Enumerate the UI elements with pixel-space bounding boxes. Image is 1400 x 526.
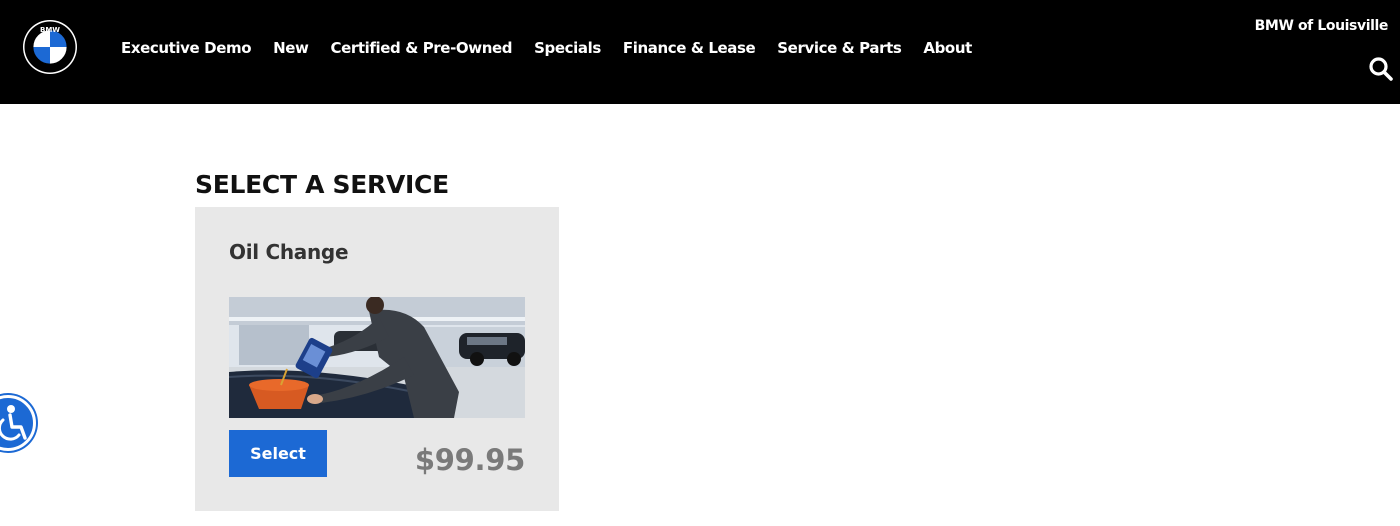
accessibility-button[interactable] — [0, 395, 36, 451]
accessibility-icon — [0, 405, 27, 441]
nav-item-new[interactable]: New — [273, 38, 309, 58]
nav-item-finance-lease[interactable]: Finance & Lease — [623, 38, 756, 58]
search-button[interactable] — [1368, 56, 1394, 82]
service-price: $99.95 — [414, 443, 525, 477]
nav-item-certified-pre-owned[interactable]: Certified & Pre-Owned — [331, 38, 513, 58]
service-title: Oil Change — [229, 240, 349, 264]
logo-text: BMW — [40, 26, 60, 34]
dealer-name-link[interactable]: BMW of Louisville — [1255, 18, 1389, 34]
service-image — [229, 297, 525, 418]
bmw-roundel-icon: BMW — [23, 20, 77, 74]
nav-item-service-parts[interactable]: Service & Parts — [777, 38, 901, 58]
nav-item-executive-demo[interactable]: Executive Demo — [121, 38, 252, 58]
service-card: Oil Change Select $99.95 — [195, 207, 559, 511]
page-title: SELECT A SERVICE — [195, 170, 449, 199]
main-nav: Executive Demo New Certified & Pre-Owned… — [121, 38, 994, 58]
select-button[interactable]: Select — [229, 430, 327, 477]
search-icon — [1369, 57, 1393, 81]
nav-item-specials[interactable]: Specials — [534, 38, 601, 58]
bmw-logo[interactable]: BMW — [22, 19, 78, 75]
site-header: BMW Executive Demo New Certified & Pre-O… — [0, 0, 1400, 104]
nav-item-about[interactable]: About — [923, 38, 972, 58]
